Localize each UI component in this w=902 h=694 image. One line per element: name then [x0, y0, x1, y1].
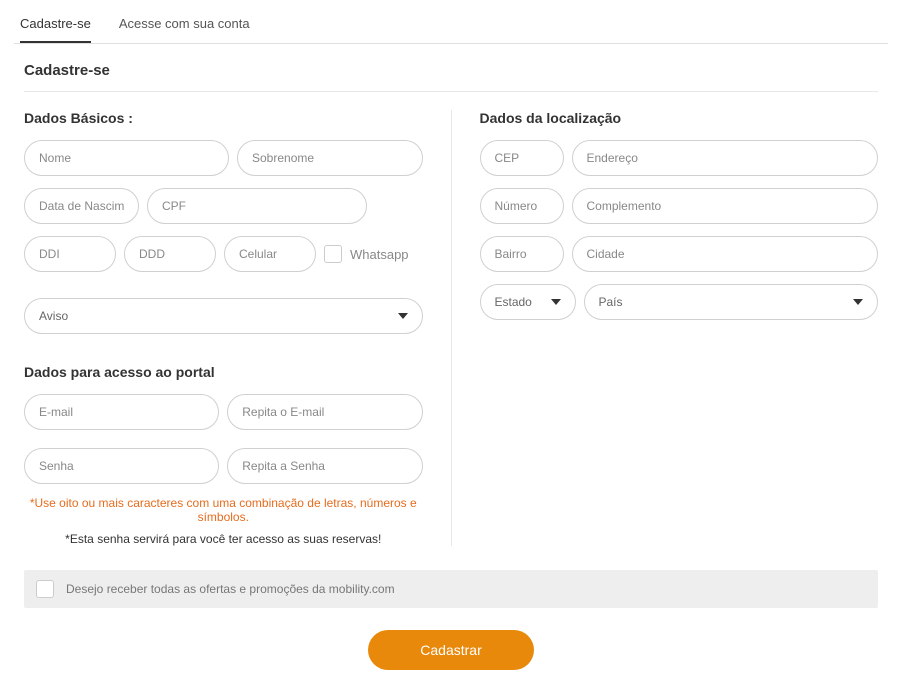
cpf-field[interactable] [147, 188, 367, 224]
email-repeat-field[interactable] [227, 394, 422, 430]
complemento-field[interactable] [572, 188, 879, 224]
bairro-field[interactable] [480, 236, 564, 272]
nome-field[interactable] [24, 140, 229, 176]
email-field[interactable] [24, 394, 219, 430]
page-title: Cadastre-se [24, 62, 878, 92]
whatsapp-label: Whatsapp [350, 247, 409, 262]
tab-login[interactable]: Acesse com sua conta [119, 10, 250, 43]
numero-field[interactable] [480, 188, 564, 224]
senha-field[interactable] [24, 448, 219, 484]
offers-label: Desejo receber todas as ofertas e promoç… [66, 582, 395, 596]
senha-repeat-field[interactable] [227, 448, 422, 484]
sobrenome-field[interactable] [237, 140, 423, 176]
password-hint-requirements: *Use oito ou mais caracteres com uma com… [24, 496, 423, 524]
celular-field[interactable] [224, 236, 316, 272]
password-hint-info: *Esta senha servirá para você ter acesso… [24, 532, 423, 546]
ddi-field[interactable] [24, 236, 116, 272]
cidade-field[interactable] [572, 236, 879, 272]
estado-select[interactable]: Estado [480, 284, 576, 320]
section-location-title: Dados da localização [480, 110, 879, 126]
pais-select[interactable]: País [584, 284, 879, 320]
aviso-select[interactable]: Aviso [24, 298, 423, 334]
cep-field[interactable] [480, 140, 564, 176]
tabs: Cadastre-se Acesse com sua conta [14, 10, 888, 44]
section-basic-title: Dados Básicos : [24, 110, 423, 126]
offers-checkbox[interactable] [36, 580, 54, 598]
submit-button[interactable]: Cadastrar [368, 630, 533, 670]
tab-register[interactable]: Cadastre-se [20, 10, 91, 43]
whatsapp-checkbox[interactable] [324, 245, 342, 263]
endereco-field[interactable] [572, 140, 879, 176]
section-access-title: Dados para acesso ao portal [24, 364, 423, 380]
offers-bar: Desejo receber todas as ofertas e promoç… [24, 570, 878, 608]
data-nascimento-field[interactable] [24, 188, 139, 224]
ddd-field[interactable] [124, 236, 216, 272]
